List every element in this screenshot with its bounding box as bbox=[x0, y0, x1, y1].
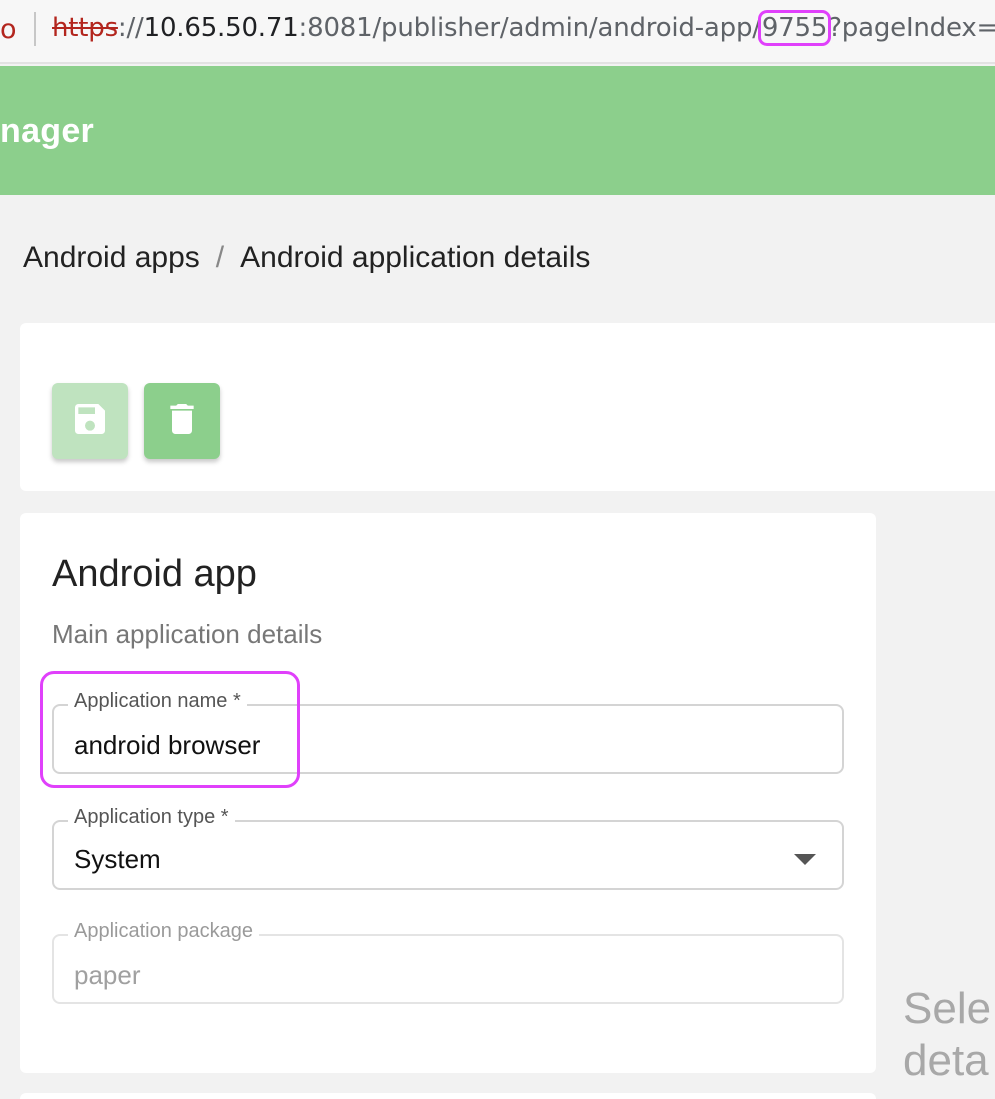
application-name-field[interactable]: Application name * bbox=[52, 690, 844, 774]
breadcrumb-android-apps-link[interactable]: Android apps bbox=[23, 241, 200, 274]
url-query: ?pageIndex=0 bbox=[828, 13, 995, 43]
delete-icon bbox=[162, 399, 202, 444]
save-icon bbox=[70, 399, 110, 444]
url-host: 10.65.50.71 bbox=[143, 13, 299, 43]
breadcrumb-separator: / bbox=[215, 241, 225, 274]
save-button[interactable] bbox=[52, 383, 128, 459]
app-header: nager bbox=[0, 66, 995, 195]
next-card bbox=[20, 1093, 876, 1099]
android-app-details-card: Android app Main application details App… bbox=[20, 513, 876, 1073]
url-scheme-insecure: https bbox=[52, 13, 118, 43]
chevron-down-icon[interactable] bbox=[794, 854, 816, 865]
browser-address-bar[interactable]: o https://10.65.50.71:8081/publisher/adm… bbox=[0, 0, 995, 64]
application-package-label: Application package bbox=[68, 920, 260, 943]
app-title: nager bbox=[0, 112, 95, 150]
actions-card bbox=[20, 323, 995, 491]
url-text[interactable]: https://10.65.50.71:8081/publisher/admin… bbox=[52, 10, 995, 46]
url-path: :8081/publisher/admin/android-app/ bbox=[298, 13, 761, 43]
application-type-value[interactable]: System bbox=[74, 844, 774, 875]
application-package-input bbox=[74, 960, 774, 991]
application-name-input[interactable] bbox=[74, 730, 774, 761]
url-bar-divider bbox=[34, 12, 36, 46]
breadcrumb: Android apps / Android application details bbox=[23, 241, 590, 275]
application-type-label: Application type * bbox=[68, 806, 235, 829]
application-type-select[interactable]: Application type * System bbox=[52, 806, 844, 890]
url-bar-prefix: o bbox=[0, 14, 17, 45]
url-scheme-separator: :// bbox=[117, 13, 144, 43]
breadcrumb-current: Android application details bbox=[240, 241, 591, 274]
side-panel-hint: Sele deta bbox=[903, 984, 992, 1085]
delete-button[interactable] bbox=[144, 383, 220, 459]
application-package-field: Application package bbox=[52, 920, 844, 1004]
card-title: Android app bbox=[52, 553, 257, 595]
card-subtitle: Main application details bbox=[52, 619, 323, 649]
url-app-id-highlighted: 9755 bbox=[757, 10, 832, 46]
application-name-label: Application name * bbox=[68, 690, 247, 713]
